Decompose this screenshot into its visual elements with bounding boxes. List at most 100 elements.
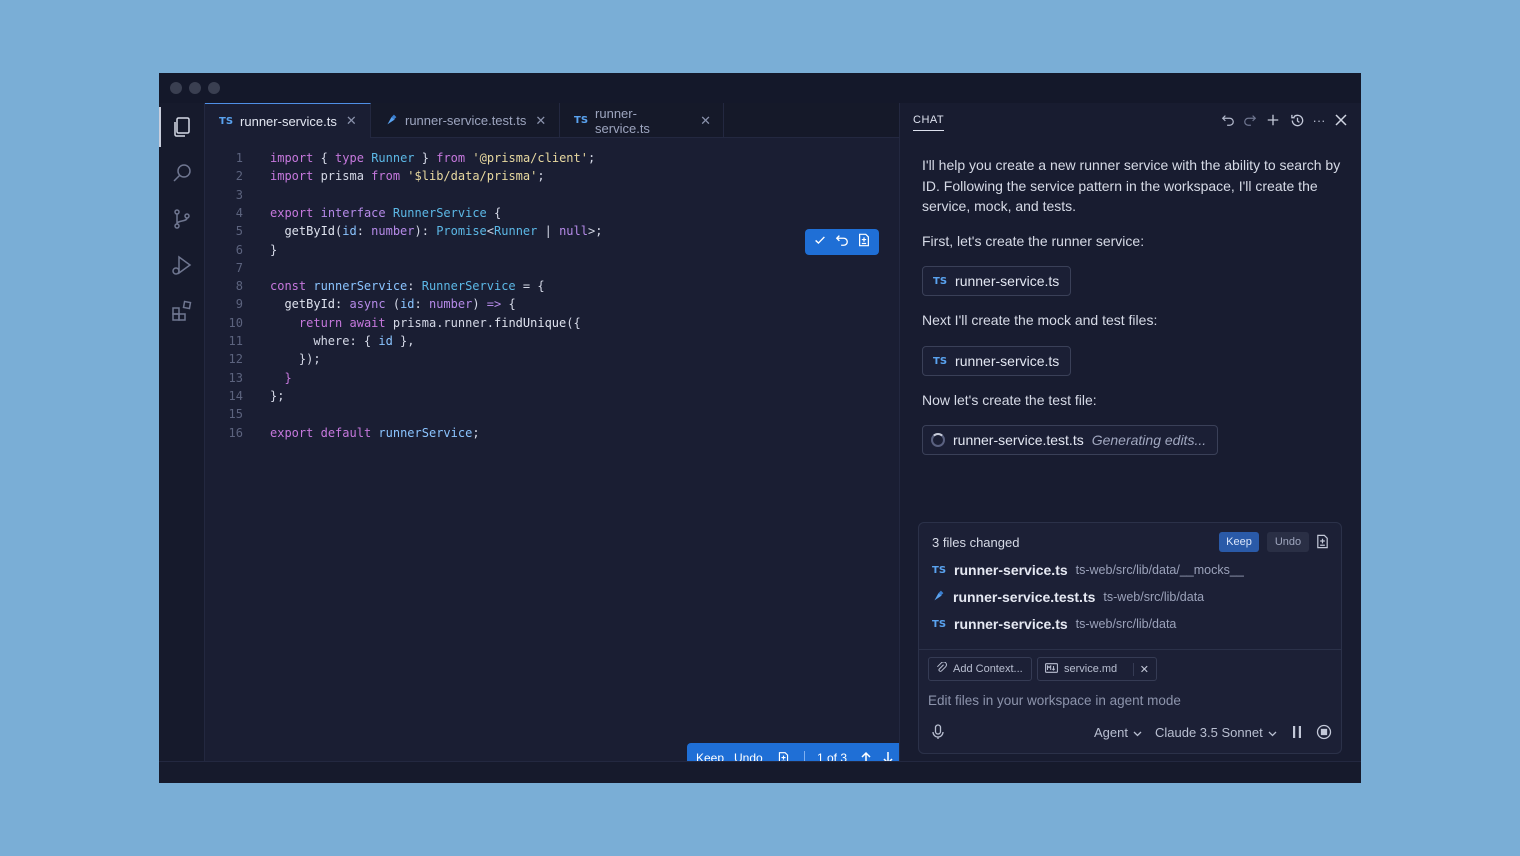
code-line: 6} [235, 242, 278, 257]
changed-file-row[interactable]: TS runner-service.ts ts-web/src/lib/data [932, 614, 1176, 634]
test-flask-icon [385, 113, 398, 129]
chat-title[interactable]: CHAT [913, 114, 945, 131]
code-line: 13 } [228, 370, 292, 385]
minimize-window-dot[interactable] [189, 82, 201, 94]
code-line: 9 getById: async (id: number) => { [235, 297, 516, 312]
microphone-icon[interactable] [931, 724, 945, 745]
changed-file-row[interactable]: runner-service.test.ts ts-web/src/lib/da… [932, 587, 1204, 607]
typescript-icon: TS [574, 115, 589, 126]
undo-all-button[interactable]: Undo [1267, 532, 1309, 552]
changed-file-name: runner-service.ts [954, 562, 1068, 578]
code-line: 4 export interface RunnerService { [235, 205, 502, 220]
new-chat-plus-icon[interactable] [1265, 112, 1281, 128]
test-flask-icon [932, 589, 945, 605]
redo-icon[interactable] [1242, 112, 1258, 128]
model-selector[interactable]: Claude 3.5 Sonnet [1155, 725, 1277, 740]
code-line: 15 [228, 407, 243, 422]
typescript-icon: TS [219, 115, 234, 127]
chat-header: CHAT ··· [900, 103, 1361, 137]
tab-label: runner-service.ts [240, 113, 337, 129]
changed-files-panel: 3 files changed Keep Undo TS runner-serv… [918, 522, 1342, 650]
tab-runner-service-test[interactable]: runner-service.test.ts ✕ [371, 103, 560, 138]
code-line: 2 import prisma from '$lib/data/prisma'; [235, 169, 545, 184]
activity-bar [159, 103, 205, 761]
attachment-chip[interactable]: service.md ✕ [1037, 657, 1157, 681]
mode-selector[interactable]: Agent [1094, 725, 1142, 740]
file-chip[interactable]: TS runner-service.ts [922, 346, 1071, 376]
remove-attachment-close-icon[interactable]: ✕ [1132, 662, 1149, 676]
changed-file-path: ts-web/src/lib/data [1075, 617, 1177, 631]
model-label: Claude 3.5 Sonnet [1155, 725, 1263, 740]
editor-window: TS runner-service.ts ✕ runner-service.te… [159, 73, 1361, 783]
diff-file-icon[interactable] [1315, 533, 1330, 555]
code-line: 5 getById(id: number): Promise<Runner | … [235, 224, 603, 239]
close-window-dot[interactable] [170, 82, 182, 94]
add-context-button[interactable]: Add Context... [928, 657, 1032, 681]
code-line: 10 return await prisma.runner.findUnique… [228, 315, 581, 330]
file-chip-label: runner-service.ts [955, 353, 1060, 369]
code-line: 1 import { type Runner } from '@prisma/cl… [235, 151, 596, 165]
code-line: 12 }); [228, 352, 321, 367]
more-icon[interactable]: ··· [1311, 112, 1327, 128]
generating-file-chip[interactable]: runner-service.test.ts Generating edits.… [922, 425, 1218, 455]
markdown-icon [1045, 662, 1058, 676]
changed-file-path: ts-web/src/lib/data/__mocks__ [1075, 563, 1244, 577]
inline-edit-toolbar [805, 229, 879, 255]
assistant-message: I'll help you create a new runner servic… [922, 157, 1341, 214]
close-icon[interactable] [1333, 112, 1349, 128]
typescript-icon: TS [933, 355, 948, 367]
source-control-icon[interactable] [169, 206, 195, 232]
chevron-down-icon [1133, 725, 1142, 740]
assistant-message: Next I'll create the mock and test files… [922, 312, 1158, 328]
code-line: 11 where: { id }, [228, 334, 415, 348]
history-icon[interactable] [1289, 112, 1305, 128]
run-debug-icon[interactable] [169, 252, 195, 278]
changed-file-path: ts-web/src/lib/data [1103, 590, 1205, 604]
generating-status: Generating edits... [1091, 432, 1207, 448]
chevron-down-icon [1268, 725, 1277, 740]
close-icon[interactable]: ✕ [700, 113, 711, 129]
maximize-window-dot[interactable] [208, 82, 220, 94]
code-line: 7 [235, 260, 243, 275]
typescript-icon: TS [932, 564, 947, 576]
extensions-icon[interactable] [169, 298, 195, 324]
changed-file-name: runner-service.ts [954, 616, 1068, 632]
close-icon[interactable]: ✕ [346, 113, 357, 129]
assistant-message: First, let's create the runner service: [922, 233, 1145, 249]
changed-file-row[interactable]: TS runner-service.ts ts-web/src/lib/data… [932, 560, 1244, 580]
close-icon[interactable]: ✕ [535, 113, 546, 129]
code-line: 8 const runnerService: RunnerService = { [235, 279, 545, 294]
undo-icon[interactable] [1220, 112, 1236, 128]
explorer-icon[interactable] [169, 114, 195, 140]
paperclip-icon [936, 661, 947, 676]
tab-runner-service[interactable]: TS runner-service.ts ✕ [205, 103, 371, 138]
typescript-icon: TS [932, 618, 947, 630]
undo-icon[interactable] [835, 233, 849, 252]
typescript-icon: TS [933, 275, 948, 287]
loading-spinner-icon [931, 433, 945, 447]
pause-icon[interactable] [1292, 725, 1302, 744]
tab-label: runner-service.test.ts [405, 113, 527, 128]
chat-input[interactable]: Edit files in your workspace in agent mo… [928, 693, 1181, 708]
status-bar [159, 761, 1361, 783]
code-line: 3 [235, 187, 243, 202]
file-chip-label: runner-service.ts [955, 273, 1060, 289]
tab-runner-service-2[interactable]: TS runner-service.ts ✕ [560, 103, 724, 138]
chat-composer: Add Context... service.md ✕ Edit files i… [918, 650, 1342, 754]
search-icon[interactable] [169, 160, 195, 186]
editor-tabs: TS runner-service.ts ✕ runner-service.te… [205, 103, 899, 138]
keep-all-button[interactable]: Keep [1219, 532, 1259, 552]
stop-icon[interactable] [1316, 724, 1332, 745]
accept-check-icon[interactable] [813, 233, 827, 252]
assistant-message: Now let's create the test file: [922, 392, 1097, 408]
tab-label: runner-service.ts [595, 105, 650, 136]
attachment-label: service.md [1064, 663, 1118, 675]
code-line: 14}; [228, 388, 285, 403]
add-context-label: Add Context... [953, 663, 1023, 675]
title-bar [159, 73, 1361, 103]
file-chip[interactable]: TS runner-service.ts [922, 266, 1071, 296]
file-chip-label: runner-service.test.ts [953, 432, 1084, 448]
diff-file-icon[interactable] [857, 233, 871, 252]
code-editor: TS runner-service.ts ✕ runner-service.te… [205, 103, 925, 773]
changed-file-name: runner-service.test.ts [953, 589, 1096, 605]
